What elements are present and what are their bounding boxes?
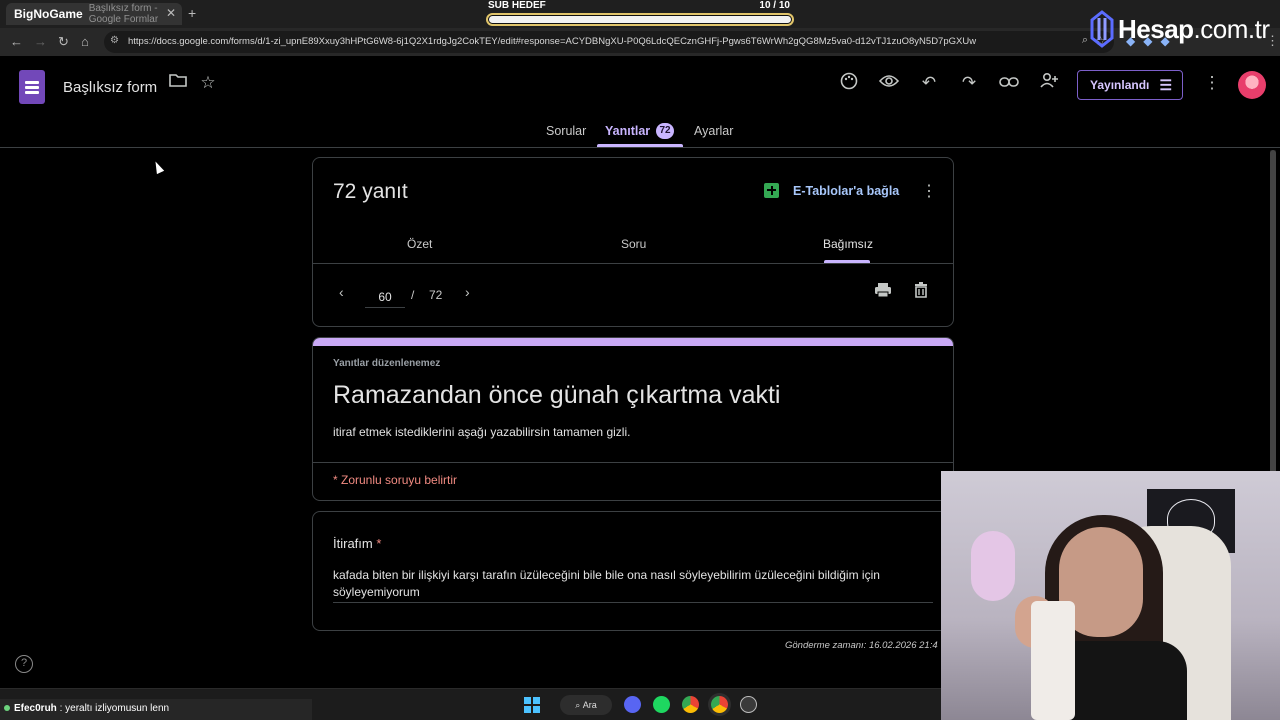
- address-bar[interactable]: ⚙ https://docs.google.com/forms/d/1-zi_u…: [104, 31, 1114, 53]
- folder-icon[interactable]: [167, 72, 189, 94]
- responses-menu-icon[interactable]: ⋮: [921, 181, 937, 201]
- submitted-timestamp: Gönderme zamanı: 16.02.2026 21:4: [785, 640, 938, 651]
- chat-text: : yeraltı izliyomusun lenn: [59, 703, 170, 714]
- tumbler-cup-icon: [1031, 601, 1075, 720]
- delete-icon[interactable]: [914, 282, 932, 300]
- subtab-individual[interactable]: Bağımsız: [823, 237, 873, 251]
- add-collaborator-icon[interactable]: [1038, 72, 1060, 94]
- new-tab-icon[interactable]: +: [188, 5, 196, 21]
- previous-response-icon[interactable]: ‹: [339, 284, 344, 300]
- question-title: İtirafım *: [333, 536, 381, 551]
- forward-icon[interactable]: →: [34, 34, 47, 49]
- chat-username: Efec0ruh: [14, 703, 57, 714]
- help-icon[interactable]: ?: [15, 655, 33, 673]
- subtab-summary[interactable]: Özet: [407, 237, 432, 251]
- site-info-icon[interactable]: ⚙: [110, 35, 119, 46]
- reload-icon[interactable]: ↻: [58, 34, 69, 50]
- browser-tab[interactable]: BigNoGame Başlıksız form - Google Formla…: [6, 3, 182, 25]
- sub-goal-label: SUB HEDEF: [488, 0, 546, 11]
- required-star: *: [376, 536, 382, 551]
- sub-goal-progress-bar: [486, 13, 794, 26]
- url-text: https://docs.google.com/forms/d/1-zi_upn…: [128, 36, 977, 47]
- tab-questions[interactable]: Sorular: [546, 124, 586, 138]
- undo-icon[interactable]: ↶: [918, 72, 940, 94]
- link-to-sheets-button[interactable]: E-Tablolar'a bağla: [764, 183, 899, 198]
- answer-text: kafada biten bir ilişkiyi karşı tarafın …: [333, 568, 880, 599]
- redo-icon[interactable]: ↷: [958, 72, 980, 94]
- form-header-divider: [313, 462, 953, 463]
- google-forms-icon[interactable]: [19, 70, 45, 104]
- next-response-icon[interactable]: ›: [465, 284, 470, 300]
- mouse-cursor-icon: [151, 159, 165, 175]
- question-card: İtirafım * kafada biten bir ilişkiyi kar…: [312, 511, 954, 631]
- tab-brand-overlay: BigNoGame: [14, 7, 83, 21]
- link-icon[interactable]: [998, 72, 1020, 94]
- close-tab-icon[interactable]: ✕: [166, 6, 176, 20]
- spotify-icon[interactable]: [653, 696, 670, 713]
- watermark-suffix: .com.tr: [1193, 14, 1270, 44]
- tab-settings[interactable]: Ayarlar: [694, 124, 733, 138]
- sub-goal-overlay: SUB HEDEF 10 / 10: [484, 0, 796, 28]
- total-responses: 72: [429, 288, 443, 302]
- published-label: Yayınlandı: [1090, 78, 1150, 92]
- response-count-title: 72 yanıt: [333, 180, 408, 203]
- discord-icon[interactable]: [624, 696, 641, 713]
- question-title-text: İtirafım: [333, 536, 373, 551]
- palette-icon[interactable]: [838, 72, 860, 94]
- app-launcher-icon[interactable]: [740, 696, 757, 713]
- sub-goal-progress-fill: [489, 16, 791, 23]
- header-divider: [0, 147, 1280, 148]
- form-title: Ramazandan önce günah çıkartma vakti: [333, 381, 781, 409]
- taskbar-search[interactable]: ⌕ Ara: [560, 695, 612, 715]
- home-icon[interactable]: ⌂: [81, 34, 89, 49]
- print-icon[interactable]: [874, 282, 892, 300]
- avatar[interactable]: [1238, 71, 1266, 99]
- responses-count-badge: 72: [656, 123, 674, 139]
- response-pager: ‹ / 72 ›: [313, 264, 953, 326]
- taskbar-search-label: Ara: [582, 700, 597, 710]
- form-header-card: Yanıtlar düzenlenemez Ramazandan önce gü…: [312, 337, 954, 501]
- form-accent-bar: [313, 338, 953, 346]
- link-to-sheets-label: E-Tablolar'a bağla: [793, 183, 900, 198]
- answer-underline: [333, 602, 933, 603]
- preview-eye-icon[interactable]: [878, 72, 900, 94]
- star-icon[interactable]: ☆: [197, 72, 219, 94]
- windows-start-icon[interactable]: [524, 697, 540, 713]
- streamer-webcam: [941, 471, 1280, 720]
- back-icon[interactable]: ←: [10, 34, 23, 49]
- required-notice: * Zorunlu soruyu belirtir: [333, 473, 458, 487]
- sheets-icon: [764, 183, 779, 198]
- more-options-icon[interactable]: ⋮: [1201, 72, 1223, 94]
- watermark-brand: Hesap: [1118, 14, 1194, 44]
- tune-icon: ☰: [1159, 77, 1172, 93]
- response-number-input[interactable]: [365, 286, 405, 308]
- scrollbar-thumb[interactable]: [1270, 150, 1276, 480]
- no-edit-notice: Yanıtlar düzenlenemez: [333, 358, 441, 369]
- subtab-question[interactable]: Soru: [621, 237, 646, 251]
- form-name[interactable]: Başlıksız form: [63, 79, 157, 96]
- pager-separator: /: [411, 288, 415, 302]
- chrome-icon[interactable]: [682, 696, 699, 713]
- hesap-watermark: Hesap.com.tr: [1086, 6, 1280, 50]
- responses-summary-card: 72 yanıt E-Tablolar'a bağla ⋮ Özet Soru …: [312, 157, 954, 327]
- chrome-active-icon[interactable]: [711, 696, 728, 713]
- form-description: itiraf etmek istediklerini aşağı yazabil…: [333, 425, 631, 439]
- tab-responses[interactable]: Yanıtlar: [605, 124, 650, 138]
- stream-chat-message: Efec0ruh : yeraltı izliyomusun lenn: [0, 699, 312, 720]
- chat-status-dot: [4, 705, 10, 711]
- hesap-logo-icon: [1090, 10, 1114, 48]
- sub-goal-count: 10 / 10: [759, 0, 790, 11]
- published-button[interactable]: Yayınlandı ☰: [1077, 70, 1183, 100]
- microphone-icon: [971, 531, 1015, 601]
